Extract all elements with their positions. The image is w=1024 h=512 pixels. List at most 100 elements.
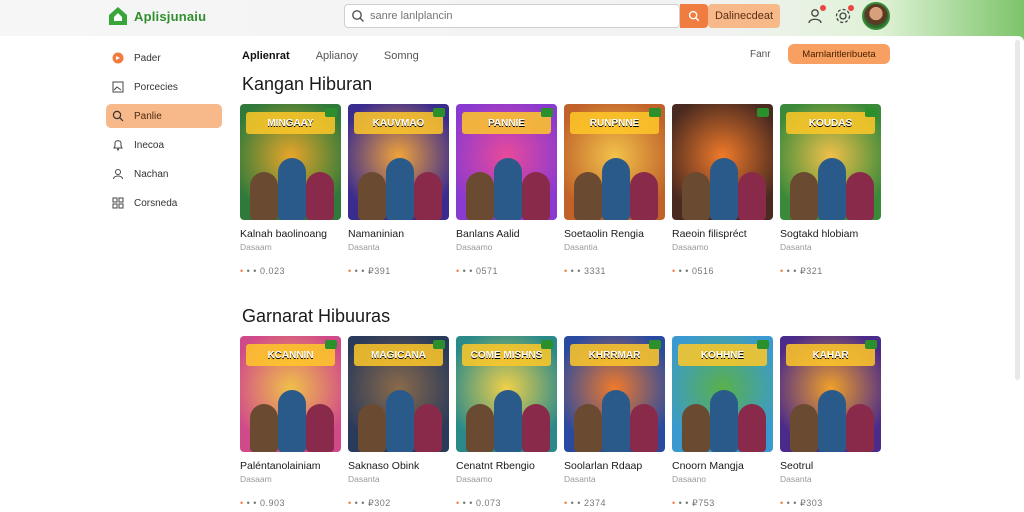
character-figure bbox=[494, 390, 522, 452]
scrollbar[interactable] bbox=[1014, 36, 1022, 512]
game-card[interactable]: KAUVMAO Namaninian Dasanta • • • ₽391 bbox=[348, 104, 449, 277]
character-figure bbox=[250, 172, 278, 220]
rating-dots-icon: • • bbox=[246, 266, 260, 276]
character-figure bbox=[466, 404, 494, 452]
search-icon bbox=[688, 10, 700, 22]
game-card[interactable]: MINGAAY Kalnah baolinoang Dasaam • • • 0.02… bbox=[240, 104, 341, 277]
game-thumbnail[interactable]: COME MISHNS bbox=[456, 336, 557, 452]
sidebar-item-porcecies[interactable]: Porcecies bbox=[106, 75, 222, 99]
bell-icon bbox=[113, 140, 123, 151]
sidebar-item-label: Corsneda bbox=[134, 197, 178, 209]
game-thumbnail[interactable]: RUNPNNE bbox=[564, 104, 665, 220]
thumbnail-badge bbox=[865, 108, 877, 117]
game-card[interactable]: COME MISHNS Cenatnt Rbengio Dasaamo • • • 0… bbox=[456, 336, 557, 509]
character-figure bbox=[846, 172, 874, 220]
game-title[interactable]: Banlans Aalid bbox=[456, 228, 557, 240]
game-thumbnail[interactable]: KOUDAS bbox=[780, 104, 881, 220]
tab-aplianoy[interactable]: Aplianoy bbox=[316, 50, 358, 62]
game-card[interactable]: Raeoin filispréct Dasaamo • • • 0516 bbox=[672, 104, 773, 277]
game-thumbnail[interactable] bbox=[672, 104, 773, 220]
grid-icon bbox=[112, 197, 124, 209]
home-icon bbox=[109, 7, 127, 25]
sidebar-item-nachan[interactable]: Nachan bbox=[106, 162, 222, 186]
game-card[interactable]: KCANNIN Paléntanolainiam Dasaam • • • 0.903 bbox=[240, 336, 341, 509]
game-title[interactable]: Paléntanolainiam bbox=[240, 460, 341, 472]
game-card[interactable]: KHRRMAR Soolarlan Rdaap Dasanta • • • 2374 bbox=[564, 336, 665, 509]
character-figure bbox=[710, 158, 738, 220]
header-cta-button[interactable]: Dalinecdeat bbox=[708, 4, 780, 28]
game-card[interactable]: KOHHNE Cnoorn Mangja Dasaano • • • ₽753 bbox=[672, 336, 773, 509]
thumbnail-title: KOHHNE bbox=[678, 344, 767, 366]
game-meta: • • • ₽753 bbox=[672, 498, 773, 509]
game-title[interactable]: Seotrul bbox=[780, 460, 881, 472]
settings-button[interactable] bbox=[834, 5, 854, 25]
game-meta-value: 0.073 bbox=[475, 498, 501, 508]
game-thumbnail[interactable]: PANNIE bbox=[456, 104, 557, 220]
game-subtitle: Dasanta bbox=[564, 474, 596, 484]
game-title[interactable]: Cnoorn Mangja bbox=[672, 460, 773, 472]
thumbnail-badge bbox=[757, 108, 769, 117]
game-meta: • • • 0.903 bbox=[240, 498, 341, 508]
rating-dot-icon: • bbox=[564, 266, 571, 276]
character-figure bbox=[306, 172, 334, 220]
game-card[interactable]: PANNIE Banlans Aalid Dasaamo • • • 0571 bbox=[456, 104, 557, 277]
game-title[interactable]: Soetaolin Rengia bbox=[564, 228, 665, 240]
tab-aplienrat[interactable]: Aplienrat bbox=[242, 50, 290, 62]
character-figure bbox=[602, 158, 630, 220]
game-thumbnail[interactable]: KCANNIN bbox=[240, 336, 341, 452]
app-logo[interactable]: Aplisjunaiu bbox=[108, 6, 206, 26]
search-button[interactable] bbox=[680, 4, 708, 28]
game-card[interactable]: KAHAR Seotrul Dasanta • • • ₽303 bbox=[780, 336, 881, 509]
search-box[interactable] bbox=[344, 4, 680, 28]
rating-dot-icon: • bbox=[240, 266, 247, 276]
game-title[interactable]: Sogtakd hlobiam bbox=[780, 228, 881, 240]
thumbnail-title: RUNPNNE bbox=[570, 112, 659, 134]
scrollbar-thumb[interactable] bbox=[1015, 40, 1020, 380]
rating-dot-icon: • bbox=[672, 266, 679, 276]
game-card[interactable]: MAGICANA Saknaso Obink Dasanta • • • ₽302 bbox=[348, 336, 449, 509]
sidebar-item-corsneda[interactable]: Corsneda bbox=[106, 191, 222, 215]
thumbnail-title: KCANNIN bbox=[246, 344, 335, 366]
notification-button[interactable] bbox=[806, 5, 826, 25]
game-meta: • • • ₽303 bbox=[780, 498, 881, 509]
character-figure bbox=[494, 158, 522, 220]
game-title[interactable]: Kalnah baolinoang bbox=[240, 228, 341, 240]
game-thumbnail[interactable]: KAHAR bbox=[780, 336, 881, 452]
user-icon bbox=[113, 169, 123, 180]
game-thumbnail[interactable]: KHRRMAR bbox=[564, 336, 665, 452]
avatar[interactable] bbox=[862, 2, 890, 30]
panel-cta-button[interactable]: Marnlaritleribueta bbox=[788, 44, 890, 64]
thumbnail-badge bbox=[649, 340, 661, 349]
filter-link[interactable]: Fanr bbox=[750, 49, 771, 60]
sidebar: Pader Porcecies Panlie Inecoa Nachan Cor… bbox=[106, 46, 222, 220]
game-card[interactable]: RUNPNNE Soetaolin Rengia Dasantia • • • 333… bbox=[564, 104, 665, 277]
search-icon bbox=[112, 110, 124, 122]
game-title[interactable]: Cenatnt Rbengio bbox=[456, 460, 557, 472]
sidebar-item-pader[interactable]: Pader bbox=[106, 46, 222, 70]
game-meta: • • • 2374 bbox=[564, 498, 665, 508]
game-thumbnail[interactable]: KAUVMAO bbox=[348, 104, 449, 220]
game-title[interactable]: Raeoin filispréct bbox=[672, 228, 773, 240]
game-thumbnail[interactable]: KOHHNE bbox=[672, 336, 773, 452]
rating-dots-icon: • • bbox=[678, 266, 692, 276]
character-figure bbox=[574, 172, 602, 220]
game-title[interactable]: Saknaso Obink bbox=[348, 460, 449, 472]
sidebar-item-panlie[interactable]: Panlie bbox=[106, 104, 222, 128]
game-thumbnail[interactable]: MAGICANA bbox=[348, 336, 449, 452]
tab-somng[interactable]: Somng bbox=[384, 50, 419, 62]
character-figure bbox=[630, 172, 658, 220]
top-bar: Aplisjunaiu Dalinecdeat bbox=[0, 0, 1024, 36]
game-title[interactable]: Namaninian bbox=[348, 228, 449, 240]
app-name: Aplisjunaiu bbox=[134, 8, 207, 24]
search-input[interactable] bbox=[370, 10, 660, 22]
game-title[interactable]: Soolarlan Rdaap bbox=[564, 460, 665, 472]
rating-dot-icon: • bbox=[780, 266, 787, 276]
sidebar-item-inecoa[interactable]: Inecoa bbox=[106, 133, 222, 157]
rating-dots-icon: • • bbox=[354, 266, 368, 276]
game-thumbnail[interactable]: MINGAAY bbox=[240, 104, 341, 220]
game-meta: • • • ₽321 bbox=[780, 266, 881, 277]
game-subtitle: Dasantia bbox=[564, 242, 598, 252]
card-grid: MINGAAY Kalnah baolinoang Dasaam • • • 0.02… bbox=[240, 104, 881, 277]
game-card[interactable]: KOUDAS Sogtakd hlobiam Dasanta • • • ₽321 bbox=[780, 104, 881, 277]
game-meta-value: ₽302 bbox=[367, 498, 391, 508]
